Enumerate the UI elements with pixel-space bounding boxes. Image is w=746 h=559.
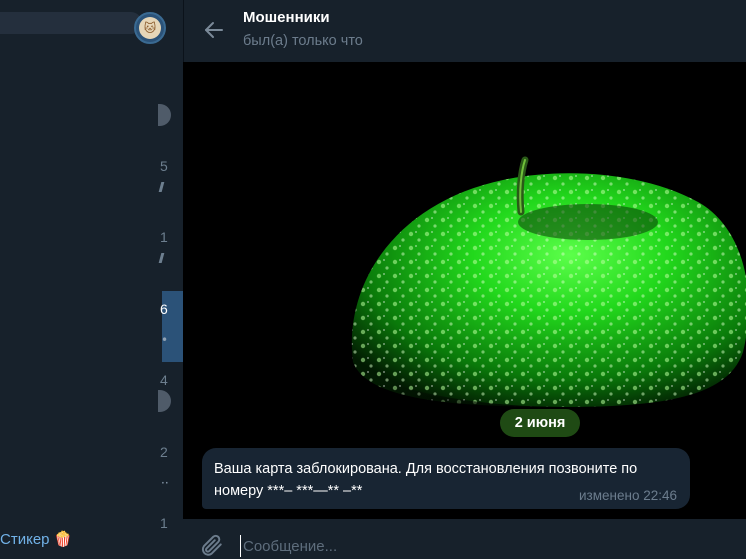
unread-badge xyxy=(158,104,171,126)
chat-list-sidebar: 🐱 5 1 6 • 4 2 ·· 1 Стикер 🍿 xyxy=(0,0,183,559)
chat-list-item[interactable]: 4 xyxy=(0,362,183,434)
chat-title[interactable]: Мошенники xyxy=(243,9,330,26)
cat-avatar-icon: 🐱 xyxy=(139,17,161,39)
chat-list: 5 1 6 • 4 2 ·· 1 xyxy=(0,76,183,559)
chat-list-item-active[interactable]: 6 • xyxy=(0,290,183,362)
chat-time: 1 xyxy=(160,229,168,245)
chat-time: 1 xyxy=(160,515,168,531)
paperclip-icon xyxy=(201,534,222,556)
chat-list-item[interactable]: 5 xyxy=(0,148,183,220)
message-input[interactable] xyxy=(240,535,720,557)
chat-list-item[interactable] xyxy=(0,76,183,148)
chat-list-item[interactable]: 2 ·· xyxy=(0,434,183,506)
unread-badge xyxy=(158,390,171,412)
popcorn-emoji-icon: 🍿 xyxy=(53,531,73,548)
chat-header: Мошенники был(а) только что xyxy=(183,0,746,62)
chat-time: 2 xyxy=(160,443,168,460)
message-bubble[interactable]: Ваша карта заблокирована. Для восстановл… xyxy=(202,448,690,509)
chat-preview-snippet: Стикер 🍿 xyxy=(0,530,72,548)
preview-text: Стикер xyxy=(0,531,50,548)
message-area: 2 июня Ваша карта заблокирована. Для вос… xyxy=(183,62,746,519)
message-meta: изменено 22:46 xyxy=(579,488,677,503)
search-input[interactable] xyxy=(0,12,142,34)
date-separator: 2 июня xyxy=(500,409,580,437)
telegram-window: 🐱 5 1 6 • 4 2 ·· 1 Стикер 🍿 Мошенники бы… xyxy=(0,0,746,559)
chat-list-item[interactable]: 1 xyxy=(0,219,183,291)
typing-dots-icon: ·· xyxy=(161,475,169,490)
pin-icon xyxy=(158,253,168,263)
arrow-left-icon xyxy=(205,22,223,38)
attach-button[interactable] xyxy=(198,532,224,558)
back-button[interactable] xyxy=(202,18,226,42)
avatar[interactable]: 🐱 xyxy=(134,12,166,44)
chat-time: 4 xyxy=(160,372,168,388)
pin-icon xyxy=(158,181,168,192)
chat-status: был(а) только что xyxy=(243,33,363,49)
bullet-icon: • xyxy=(161,332,169,347)
chat-time: 6 xyxy=(160,300,168,317)
chat-time: 5 xyxy=(160,157,168,174)
composer xyxy=(183,519,746,559)
